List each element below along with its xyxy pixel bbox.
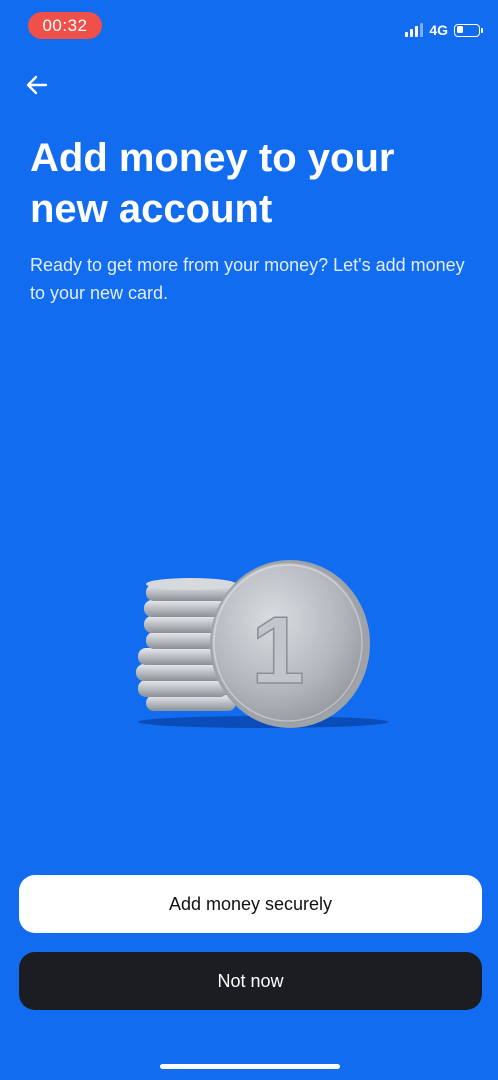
coin-one: 1 <box>210 560 370 728</box>
page-subtitle: Ready to get more from your money? Let's… <box>30 255 465 303</box>
not-now-button-label: Not now <box>217 970 284 991</box>
status-indicators: 4G <box>405 20 483 40</box>
not-now-button[interactable]: Not now <box>19 952 482 1010</box>
coins-illustration: 1 <box>136 560 388 728</box>
back-button[interactable] <box>20 68 54 102</box>
status-bar: 00:32 4G <box>0 0 498 52</box>
add-money-button-label: Add money securely <box>168 893 333 914</box>
status-time: 00:32 <box>28 12 102 39</box>
add-money-button[interactable]: Add money securely <box>19 875 482 933</box>
home-indicator[interactable] <box>160 1064 340 1069</box>
back-arrow-icon <box>26 75 48 95</box>
battery-level <box>456 26 463 33</box>
network-label: 4G <box>429 22 448 38</box>
battery-icon <box>454 23 483 37</box>
cellular-signal-icon <box>405 23 424 37</box>
coin-label: 1 <box>251 597 304 704</box>
page-title: Add money to your new account <box>30 136 395 231</box>
